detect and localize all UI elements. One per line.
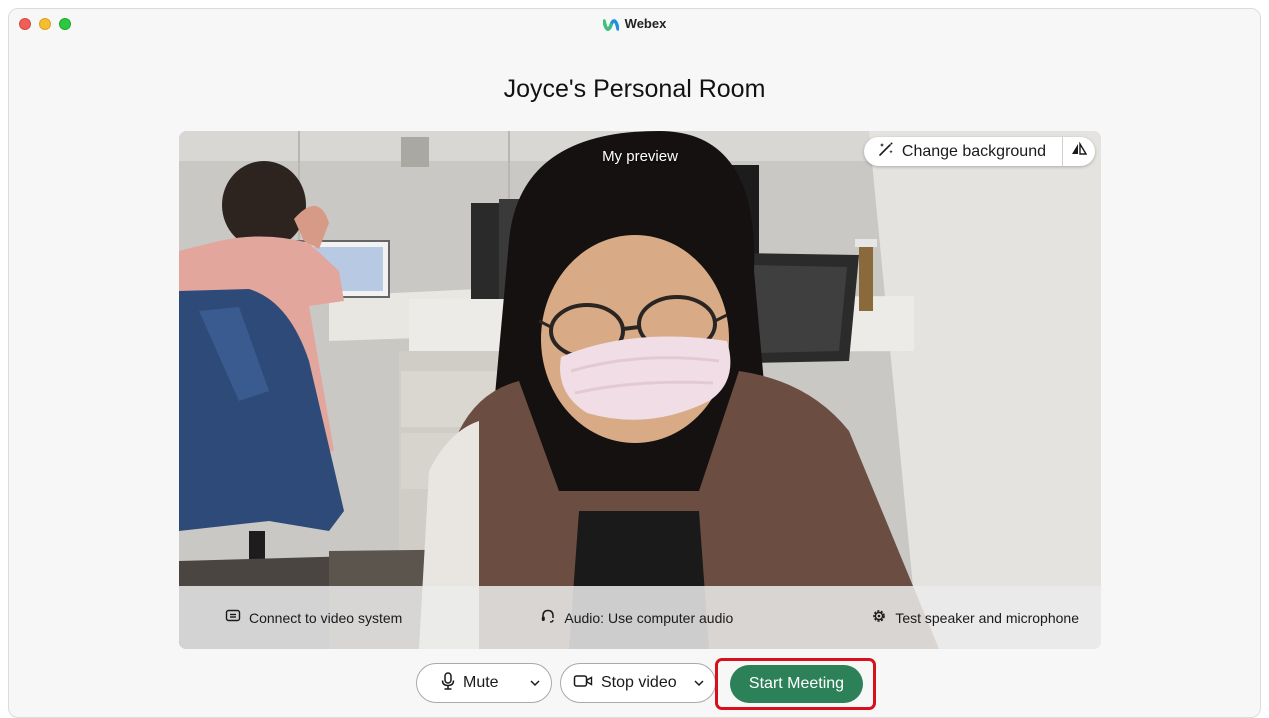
chevron-down-icon[interactable] [693, 676, 705, 694]
microphone-icon [441, 671, 455, 695]
app-title-text: Webex [624, 16, 667, 31]
magic-wand-icon [878, 141, 894, 162]
audio-option-button[interactable]: Audio: Use computer audio [540, 608, 733, 627]
audio-option-label: Audio: Use computer audio [564, 609, 734, 626]
change-background-button[interactable]: Change background [864, 137, 1063, 166]
chevron-down-icon[interactable] [529, 676, 541, 694]
meeting-controls: Mute Stop video [9, 663, 1260, 703]
preview-options-bar: Connect to video system Audio: Use compu… [179, 586, 1101, 649]
gear-icon [871, 608, 895, 627]
webex-window: Webex Joyce's Personal Room My preview C… [8, 8, 1261, 718]
connect-video-system-button[interactable]: Connect to video system [225, 609, 402, 626]
test-speaker-microphone-label: Test speaker and microphone [895, 609, 1079, 626]
test-speaker-microphone-button[interactable]: Test speaker and microphone [871, 608, 1079, 627]
mirror-button[interactable] [1063, 137, 1095, 166]
start-meeting-button[interactable]: Start Meeting [730, 665, 863, 703]
start-meeting-highlight: Start Meeting [715, 658, 876, 710]
video-preview: My preview Change background Connect to … [179, 131, 1101, 649]
stop-video-label: Stop video [601, 674, 677, 691]
background-controls: Change background [863, 137, 1095, 166]
headset-icon [540, 608, 564, 627]
webex-logo-icon [601, 19, 620, 34]
screen-cast-icon [225, 609, 249, 626]
app-title: Webex [9, 16, 1260, 34]
change-background-label: Change background [901, 142, 1046, 160]
connect-video-system-label: Connect to video system [249, 609, 403, 626]
camera-feed-image [179, 131, 1101, 649]
camera-icon [573, 673, 593, 694]
page-title: Joyce's Personal Room [503, 75, 766, 103]
title-bar: Webex [9, 9, 1260, 39]
stop-video-button[interactable]: Stop video [560, 663, 716, 703]
mirror-icon [1071, 141, 1088, 161]
mute-label: Mute [463, 674, 499, 691]
mute-button[interactable]: Mute [416, 663, 552, 703]
